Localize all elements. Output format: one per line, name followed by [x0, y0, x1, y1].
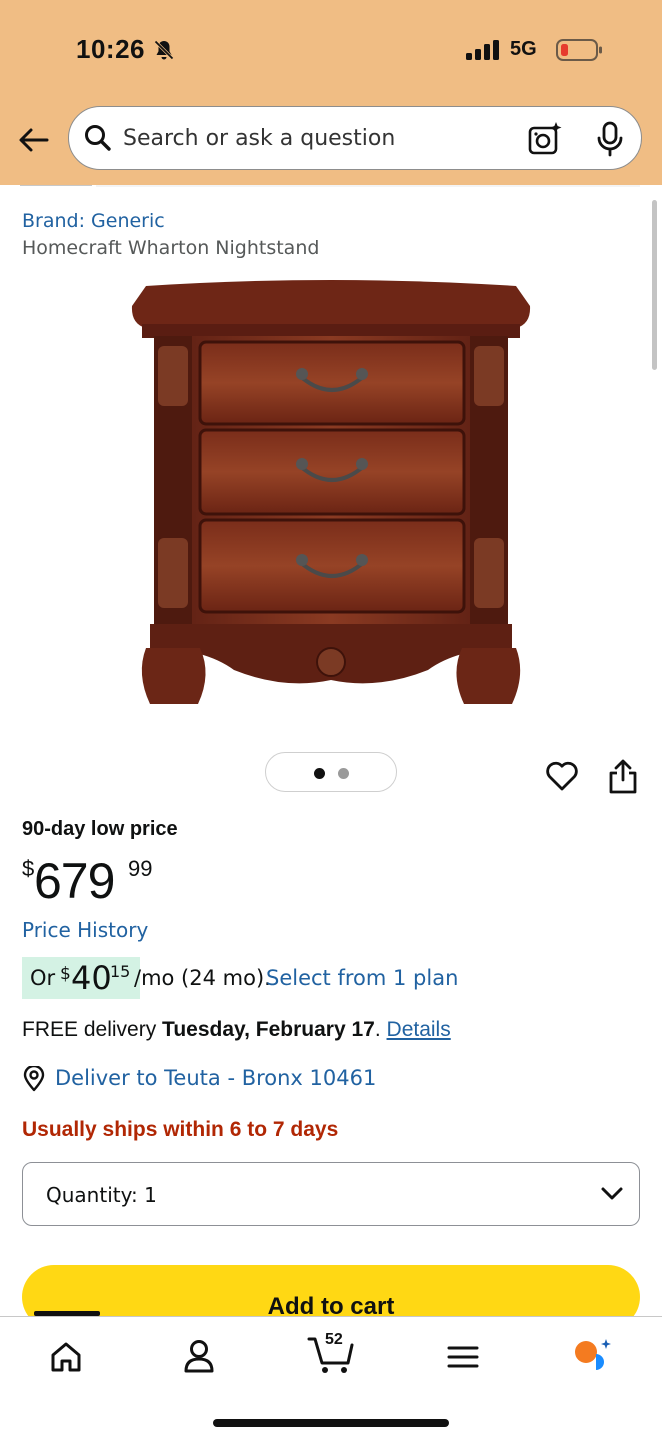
- product-title: Homecraft Wharton Nightstand: [22, 237, 320, 259]
- search-icon: [85, 125, 111, 151]
- installment-prefix: Or: [30, 966, 56, 990]
- quantity-dropdown[interactable]: Quantity: 1: [22, 1162, 640, 1226]
- carousel-dot-active[interactable]: [314, 768, 325, 779]
- menu-icon[interactable]: [439, 1335, 487, 1379]
- delivery-info: FREE delivery Tuesday, February 17. Deta…: [22, 1018, 451, 1041]
- delivery-prefix: FREE delivery: [22, 1018, 157, 1041]
- app-header: 10:26 5G: [0, 0, 662, 185]
- search-bar[interactable]: [68, 106, 642, 170]
- cart-count-badge: 52: [325, 1331, 343, 1348]
- price-fraction: 99: [128, 856, 153, 881]
- home-indicator[interactable]: [213, 1419, 449, 1427]
- image-carousel-indicator[interactable]: [265, 752, 397, 792]
- carousel-dot[interactable]: [338, 768, 349, 779]
- installment-offer: Or $ 40 15 /mo (24 mo). Select from 1 pl…: [22, 957, 662, 999]
- installment-currency: $: [60, 964, 71, 984]
- microphone-icon[interactable]: [595, 121, 625, 157]
- battery-low-icon: [556, 39, 602, 61]
- scrollbar-thumb[interactable]: [652, 200, 657, 370]
- bottom-navigation: 52: [0, 1311, 662, 1440]
- account-icon[interactable]: [175, 1335, 223, 1379]
- price-whole: 679: [34, 853, 115, 909]
- camera-lens-icon[interactable]: [527, 121, 563, 157]
- shipping-availability: Usually ships within 6 to 7 days: [22, 1118, 339, 1141]
- add-to-cart-label: Add to cart: [267, 1292, 395, 1320]
- installment-fraction: 15: [110, 962, 131, 981]
- delivery-date: Tuesday, February 17: [162, 1018, 375, 1041]
- quantity-value: Quantity: 1: [46, 1183, 157, 1207]
- network-label: 5G: [510, 38, 537, 60]
- price-history-link[interactable]: Price History: [22, 918, 148, 942]
- home-icon[interactable]: [42, 1335, 90, 1379]
- deal-label: 90-day low price: [22, 818, 178, 840]
- location-pin-icon: [23, 1066, 45, 1092]
- nightstand-image[interactable]: [128, 276, 534, 712]
- share-icon[interactable]: [606, 758, 640, 796]
- installment-whole: 40: [71, 959, 112, 997]
- select-plan-link[interactable]: Select from 1 plan: [266, 966, 458, 990]
- search-input[interactable]: [123, 119, 503, 157]
- back-arrow-icon[interactable]: [16, 122, 52, 158]
- signal-icon: [466, 40, 499, 60]
- delivery-details-link[interactable]: Details: [387, 1018, 451, 1041]
- cart-button[interactable]: 52: [306, 1329, 358, 1377]
- status-time: 10:26: [76, 34, 145, 64]
- chevron-down-icon: [601, 1187, 623, 1200]
- price-currency: $: [22, 856, 35, 881]
- active-tab-indicator: [34, 1311, 100, 1316]
- deliver-to-link[interactable]: Deliver to Teuta - Bronx 10461: [55, 1066, 376, 1090]
- previous-section-edge: [20, 185, 640, 187]
- installment-term: /mo (24 mo).: [134, 966, 271, 990]
- brand-link[interactable]: Brand: Generic: [22, 210, 165, 232]
- bell-off-icon: [153, 39, 175, 61]
- rufus-assistant-icon[interactable]: [570, 1335, 618, 1379]
- heart-icon[interactable]: [544, 758, 580, 794]
